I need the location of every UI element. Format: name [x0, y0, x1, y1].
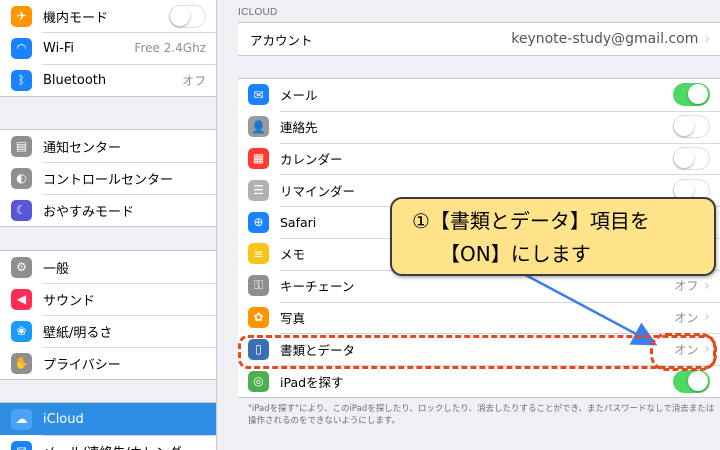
account-email: keynote-study@gmail.com [511, 31, 699, 47]
sidebar-item-label: プライバシー [43, 357, 121, 373]
service-label: 写真 [280, 310, 306, 326]
airplane-icon: ✈ [11, 5, 32, 27]
service-label: 連絡先 [280, 120, 318, 136]
sidebar-item-control-center[interactable]: ◐ コントロールセンター [0, 162, 216, 194]
sidebar-item-notification-center[interactable]: ▤ 通知センター [0, 130, 216, 162]
calendar-icon: ▦ [248, 147, 269, 169]
service-row-calendar: ▦ カレンダー [238, 142, 720, 175]
chevron-right-icon: › [704, 309, 710, 326]
mail-icon: ✉ [248, 84, 269, 106]
sidebar-item-label: iCloud [43, 411, 84, 427]
sidebar-item-bluetooth[interactable]: ᛒ Bluetooth オフ [0, 64, 216, 96]
notification-center-icon: ▤ [11, 135, 32, 157]
photos-icon: ✿ [248, 306, 269, 328]
settings-sidebar: ✈ 機内モード ◠ Wi-Fi Free 2.4Ghz ᛒ Bluetooth オフ ▤ 通知セ… [0, 0, 217, 450]
contacts-icon: 👤 [248, 116, 269, 138]
service-row-find-my-ipad: ◎ iPadを探す [238, 365, 720, 397]
service-row-photos[interactable]: ✿ 写真 オン › [238, 301, 720, 334]
toggle-knob [674, 147, 694, 168]
sidebar-item-hand[interactable]: ✋ プライバシー [0, 347, 216, 379]
documents-row-highlight [238, 335, 716, 369]
toggle-knob [674, 116, 694, 137]
account-label: アカウント [250, 32, 313, 48]
find-my-ipad-footnote: "iPadを探す"により、このiPadを探したり、ロックしたり、消去したりするこ… [248, 404, 715, 426]
wallpaper-icon: ❀ [11, 320, 32, 342]
service-status: オン [674, 310, 699, 325]
service-label: iPadを探す [280, 374, 344, 390]
sidebar-item-label: 通知センター [43, 140, 122, 156]
notes-icon: ≡ [248, 243, 269, 265]
callout-line-2: 【ON】にします [440, 242, 591, 266]
sidebar-item-wallpaper[interactable]: ❀ 壁紙/明るさ [0, 315, 216, 347]
service-label: カレンダー [280, 151, 343, 167]
sidebar-item-label: Wi-Fi [43, 40, 75, 56]
sidebar-item-label: 機内モード [43, 10, 109, 26]
sidebar-item-icloud[interactable]: ☁ iCloud [0, 403, 216, 435]
sidebar-item-value: オフ [181, 73, 206, 88]
keychain-icon: ⚿ [248, 275, 269, 297]
sidebar-item-label: 一般 [43, 261, 70, 277]
service-label: メール [280, 88, 318, 104]
toggle-knob [170, 5, 190, 26]
account-group: アカウント keynote-study@gmail.com › [238, 22, 720, 56]
reminders-icon: ☰ [248, 179, 269, 201]
sidebar-item-label: 壁紙/明るさ [43, 325, 113, 341]
wifi-icon: ◠ [11, 37, 32, 59]
find-my-ipad-toggle[interactable] [673, 369, 710, 393]
service-row-contacts: 👤 連絡先 [238, 110, 720, 143]
callout-line-1: ①【書類とデータ】項目を [412, 209, 650, 233]
gear-icon: ⚙ [11, 256, 32, 278]
mail-toggle[interactable] [673, 83, 710, 107]
sidebar-item-label: おやすみモード [43, 204, 135, 220]
icloud-icon: ☁ [11, 408, 32, 430]
service-status: オフ [674, 279, 699, 294]
speaker-icon: ◀ [11, 288, 32, 310]
sidebar-item-label: サウンド [43, 293, 96, 309]
sidebar-item-mail-contacts[interactable]: ✉ メール/連絡先/カレンダー [0, 435, 216, 450]
hand-icon: ✋ [11, 352, 32, 374]
airplane-mode-toggle[interactable] [169, 4, 206, 28]
sidebar-item-label: メール/連絡先/カレンダー [43, 442, 216, 450]
sidebar-item-airplane[interactable]: ✈ 機内モード [0, 0, 216, 32]
service-label: キーチェーン [280, 279, 355, 295]
calendar-toggle[interactable] [673, 146, 710, 170]
safari-icon: ⊕ [248, 211, 269, 233]
toggle-knob [688, 370, 708, 391]
find-my-ipad-icon: ◎ [248, 370, 269, 392]
moon-icon: ☾ [11, 199, 32, 221]
documents-value-highlight [650, 333, 717, 371]
sidebar-group-connectivity: ✈ 機内モード ◠ Wi-Fi Free 2.4Ghz ᛒ Bluetooth オフ [0, 0, 216, 97]
toggle-knob [688, 84, 708, 105]
sidebar-item-value: Free 2.4Ghz [134, 41, 206, 55]
sidebar-item-moon[interactable]: ☾ おやすみモード [0, 194, 216, 226]
sidebar-item-label: コントロールセンター [43, 172, 174, 188]
sidebar-group-general: ⚙ 一般 ◀ サウンド ❀ 壁紙/明るさ ✋ プライバシー [0, 250, 216, 380]
sidebar-group-system: ▤ 通知センター ◐ コントロールセンター ☾ おやすみモード [0, 129, 216, 227]
sidebar-item-gear[interactable]: ⚙ 一般 [0, 251, 216, 283]
chevron-right-icon: › [704, 277, 710, 294]
sidebar-group-accounts: ☁ iCloud ✉ メール/連絡先/カレンダー [0, 402, 216, 450]
sidebar-item-label: Bluetooth [43, 72, 107, 88]
bluetooth-icon: ᛒ [11, 69, 32, 91]
sidebar-item-wifi[interactable]: ◠ Wi-Fi Free 2.4Ghz [0, 32, 216, 64]
mail-contacts-icon: ✉ [11, 440, 32, 450]
service-row-mail: ✉ メール [238, 79, 720, 111]
sidebar-item-speaker[interactable]: ◀ サウンド [0, 283, 216, 315]
account-row[interactable]: アカウント keynote-study@gmail.com › [238, 23, 720, 55]
section-header: ICLOUD [238, 7, 278, 18]
contacts-toggle[interactable] [673, 115, 710, 139]
chevron-right-icon: › [704, 31, 710, 47]
instruction-callout: ①【書類とデータ】項目を 【ON】にします [390, 197, 716, 276]
control-center-icon: ◐ [11, 167, 32, 189]
